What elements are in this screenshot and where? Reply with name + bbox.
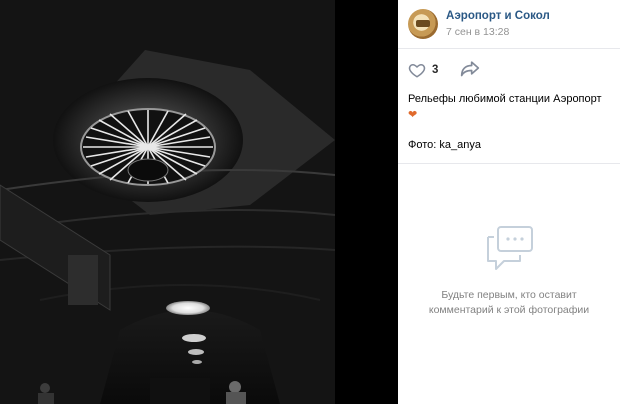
orange-heart-icon: ❤ — [408, 109, 418, 121]
post-date[interactable]: 7 сен в 13:28 — [446, 25, 550, 39]
avatar[interactable] — [408, 9, 438, 39]
photo-viewer: Аэропорт и Сокол 7 сен в 13:28 3 Рельефы… — [0, 0, 620, 404]
heart-icon — [408, 63, 426, 78]
like-count: 3 — [432, 64, 439, 76]
share-arrow-icon — [461, 60, 480, 76]
empty-comments-line1: Будьте первым, кто оставит — [441, 289, 577, 301]
photo[interactable] — [0, 0, 398, 404]
like-button[interactable]: 3 — [408, 61, 438, 79]
post-header: Аэропорт и Сокол 7 сен в 13:28 — [398, 0, 620, 49]
photo-credit: Фото: ka_anya — [408, 139, 481, 151]
author-link[interactable]: Аэропорт и Сокол — [446, 9, 550, 23]
share-button[interactable] — [460, 59, 480, 82]
post-actions: 3 — [398, 49, 620, 91]
post-text: Рельефы любимой станции Аэропорт — [408, 93, 602, 105]
comments-icon — [487, 226, 533, 270]
side-panel: Аэропорт и Сокол 7 сен в 13:28 3 Рельефы… — [398, 0, 620, 404]
comments-empty-state: Будьте первым, кто оставит комментарий к… — [398, 225, 620, 318]
metro-station-photo — [0, 0, 398, 404]
empty-comments-line2: комментарий к этой фотографии — [428, 304, 590, 316]
post-body: Рельефы любимой станции Аэропорт ❤ Фото:… — [398, 91, 620, 153]
divider — [398, 163, 620, 164]
